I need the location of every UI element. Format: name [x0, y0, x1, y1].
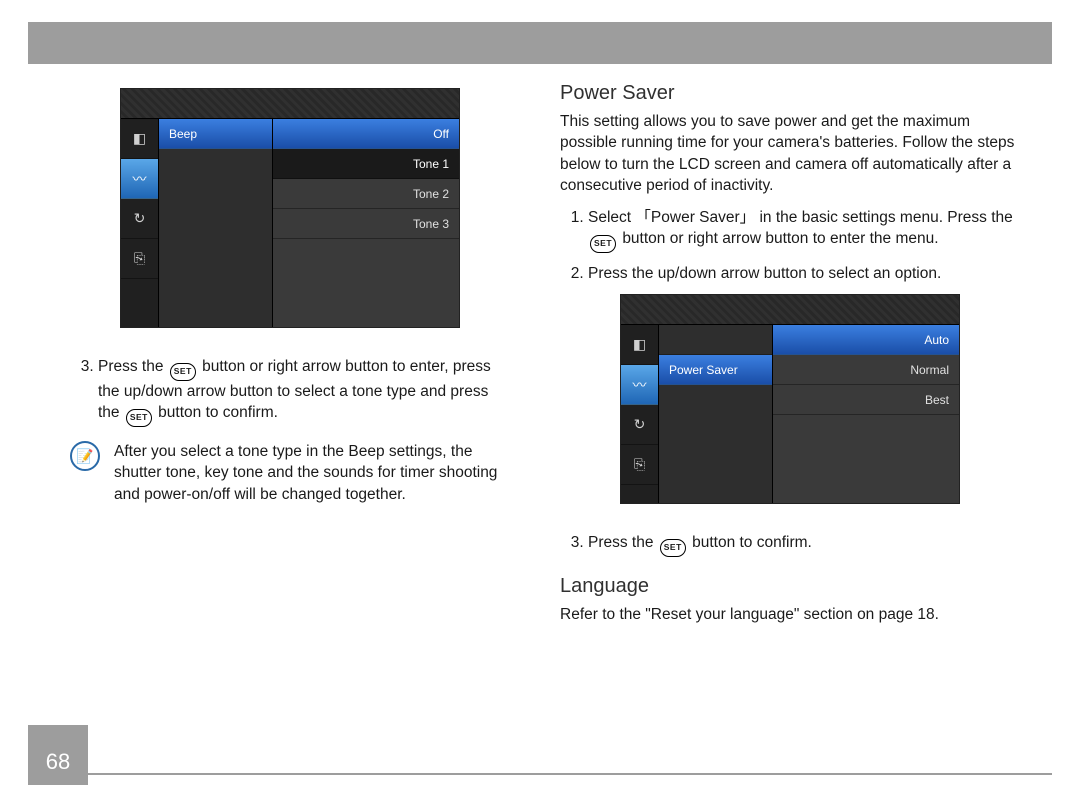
text: button to confirm. [692, 534, 812, 551]
menu-options-list: Off Tone 1 Tone 2 Tone 3 [273, 119, 459, 327]
copy-icon: ⎘ [621, 445, 658, 485]
bracket-open: 「 [635, 208, 651, 226]
menu-item-beep: Beep [159, 119, 272, 149]
menu-items-list: Power Saver [659, 325, 773, 503]
power-step-2: Press the up/down arrow button to select… [588, 263, 1020, 284]
page-footer: 68 [28, 725, 1052, 785]
option-best: Best [773, 385, 959, 415]
refresh-icon: ↻ [621, 405, 658, 445]
beep-menu-screenshot: ◧ 〰 ↻ ⎘ Beep Off Tone 1 Tone 2 Tone 3 [120, 88, 460, 328]
settings-icon: 〰 [121, 159, 158, 199]
page-content: ◧ 〰 ↻ ⎘ Beep Off Tone 1 Tone 2 Tone 3 [70, 80, 1020, 635]
bracket-close: 」 [740, 208, 756, 226]
power-step-1: Select 「Power Saver」 in the basic settin… [588, 207, 1020, 253]
text: Select [588, 209, 631, 226]
copy-icon: ⎘ [121, 239, 158, 279]
set-button-icon: SET [660, 539, 686, 557]
power-saver-menu-screenshot: ◧ 〰 ↻ ⎘ Power Saver Auto Normal Best [620, 294, 960, 504]
text: button to confirm. [158, 404, 278, 421]
option-off: Off [273, 119, 459, 149]
refresh-icon: ↻ [121, 199, 158, 239]
left-step-3: Press the SET button or right arrow butt… [98, 356, 510, 427]
left-steps: Press the SET button or right arrow butt… [70, 356, 510, 427]
right-column: Power Saver This setting allows you to s… [560, 80, 1020, 635]
power-saver-intro: This setting allows you to save power an… [560, 111, 1020, 197]
option-auto: Auto [773, 325, 959, 355]
left-column: ◧ 〰 ↻ ⎘ Beep Off Tone 1 Tone 2 Tone 3 [70, 80, 510, 635]
note-text: After you select a tone type in the Beep… [114, 441, 510, 505]
option-normal: Normal [773, 355, 959, 385]
menu-options-list: Auto Normal Best [773, 325, 959, 503]
camera-icon: ◧ [121, 119, 158, 159]
set-button-icon: SET [126, 409, 152, 427]
text: in the basic settings menu. Press the [759, 209, 1012, 226]
power-saver-steps: Select 「Power Saver」 in the basic settin… [560, 207, 1020, 285]
menu-sidebar: ◧ 〰 ↻ ⎘ [621, 325, 659, 503]
menu-titlebar [621, 295, 959, 325]
heading-power-saver: Power Saver [560, 82, 1020, 105]
power-saver-steps-b: Press the SET button to confirm. [560, 532, 1020, 557]
page-number: 68 [28, 725, 88, 785]
page-header-bar [28, 22, 1052, 64]
camera-icon: ◧ [621, 325, 658, 365]
text: Power Saver [651, 209, 740, 226]
menu-item-blank [659, 325, 772, 355]
text: button or right arrow button to enter th… [622, 230, 938, 247]
option-tone3: Tone 3 [273, 209, 459, 239]
note-icon: 📝 [70, 441, 100, 471]
settings-icon: 〰 [621, 365, 658, 405]
set-button-icon: SET [590, 235, 616, 253]
set-button-icon: SET [170, 363, 196, 381]
text: Press the [588, 534, 658, 551]
footer-rule [88, 773, 1052, 775]
heading-language: Language [560, 575, 1020, 598]
menu-item-power-saver: Power Saver [659, 355, 772, 385]
option-tone2: Tone 2 [273, 179, 459, 209]
text: Press the [98, 358, 168, 375]
info-note: 📝 After you select a tone type in the Be… [70, 441, 510, 515]
menu-titlebar [121, 89, 459, 119]
option-tone1: Tone 1 [273, 149, 459, 179]
language-text: Refer to the "Reset your language" secti… [560, 604, 1020, 625]
menu-sidebar: ◧ 〰 ↻ ⎘ [121, 119, 159, 327]
menu-items-list: Beep [159, 119, 273, 327]
power-step-3: Press the SET button to confirm. [588, 532, 1020, 557]
